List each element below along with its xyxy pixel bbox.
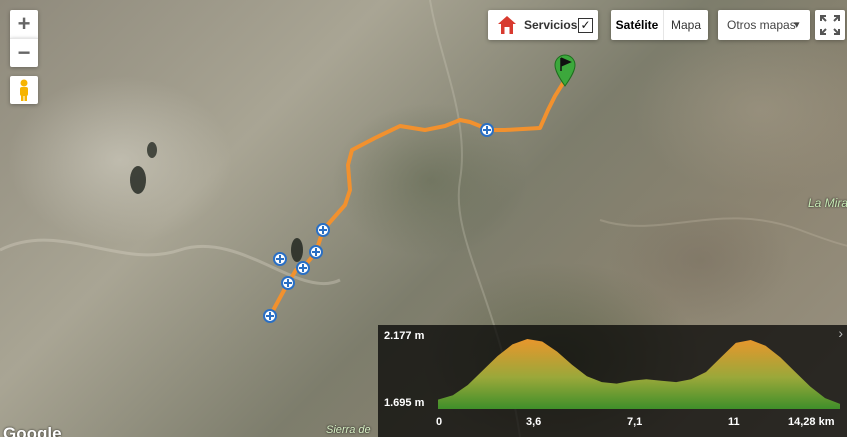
lake bbox=[130, 166, 146, 194]
waypoint-marker[interactable] bbox=[480, 123, 494, 137]
map-type-control: Satélite Mapa bbox=[611, 10, 708, 40]
map-button[interactable]: Mapa bbox=[664, 10, 708, 40]
street-view-pegman-button[interactable] bbox=[10, 76, 38, 104]
distance-tick-label: 3,6 bbox=[526, 416, 542, 428]
distance-tick-label: 11 bbox=[728, 416, 740, 428]
distance-tick-label: 7,1 bbox=[627, 416, 643, 428]
elevation-profile-panel[interactable]: 2.177 m 1.695 m › 0 3,6 7,1 11 14,28 km bbox=[378, 325, 847, 437]
waypoint-marker[interactable] bbox=[296, 261, 310, 275]
house-icon bbox=[498, 16, 516, 34]
other-maps-dropdown[interactable]: Otros mapas ▾ bbox=[718, 10, 810, 40]
pegman-icon bbox=[20, 79, 28, 101]
distance-tick-label: 14,28 km bbox=[788, 416, 835, 428]
zoom-in-button[interactable]: + bbox=[10, 10, 38, 38]
elevation-area bbox=[438, 339, 840, 409]
start-flag-marker[interactable] bbox=[554, 54, 576, 87]
elevation-chart bbox=[438, 339, 840, 409]
waypoint-marker[interactable] bbox=[263, 309, 277, 323]
route-line bbox=[268, 78, 567, 318]
place-label: La Mira bbox=[808, 196, 847, 210]
waypoint-marker[interactable] bbox=[309, 245, 323, 259]
other-maps-label: Otros mapas bbox=[727, 18, 796, 32]
servicios-label: Servicios bbox=[524, 18, 578, 32]
distance-tick-label: 0 bbox=[436, 416, 443, 428]
waypoint-marker[interactable] bbox=[316, 223, 330, 237]
waypoint-marker[interactable] bbox=[281, 276, 295, 290]
google-logo: Google bbox=[3, 424, 62, 437]
lake bbox=[147, 142, 157, 158]
chevron-down-icon: ▾ bbox=[794, 19, 800, 31]
zoom-out-button[interactable]: − bbox=[10, 38, 38, 67]
fullscreen-button[interactable] bbox=[815, 10, 845, 40]
servicios-checkbox[interactable]: ✓ bbox=[578, 18, 593, 33]
fullscreen-icon bbox=[820, 15, 840, 35]
road-line bbox=[599, 217, 847, 247]
satellite-button[interactable]: Satélite bbox=[611, 10, 664, 40]
place-label: Sierra de bbox=[326, 424, 371, 436]
servicios-toggle[interactable]: Servicios ✓ bbox=[488, 10, 598, 40]
lake bbox=[291, 238, 303, 262]
waypoint-marker[interactable] bbox=[273, 252, 287, 266]
